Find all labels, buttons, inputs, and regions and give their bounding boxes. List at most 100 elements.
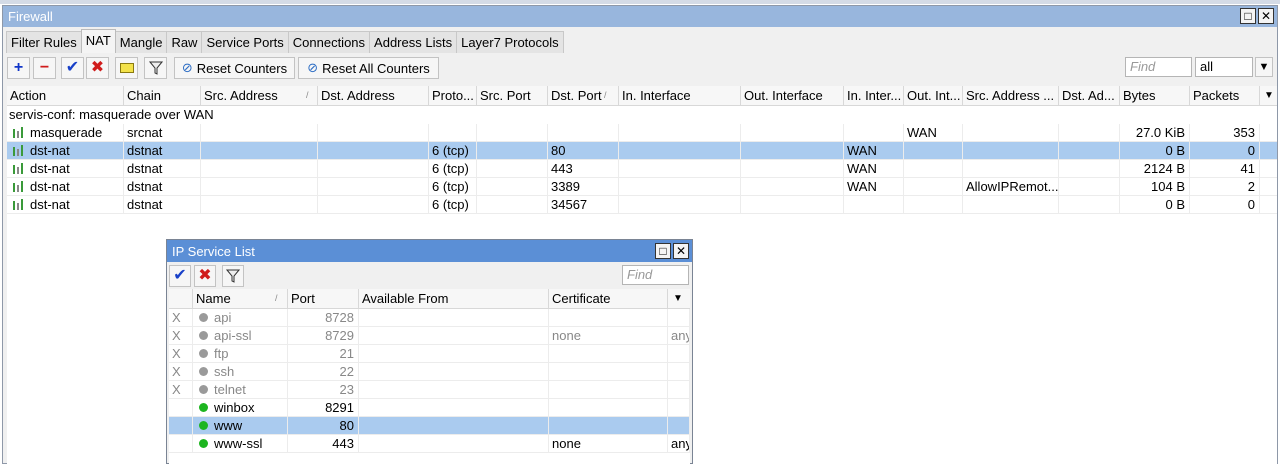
column-src-port[interactable]: Src. Port — [477, 86, 548, 106]
cell-in-interface — [619, 124, 741, 142]
service-name: www-ssl — [214, 436, 263, 451]
filter-button[interactable] — [144, 57, 167, 79]
column-dst-address-list[interactable]: Dst. Ad... — [1059, 86, 1120, 106]
disable-button[interactable]: ✖ — [194, 265, 216, 287]
enable-button[interactable]: ✔ — [169, 265, 191, 287]
cell-port: 8728 — [288, 309, 359, 327]
cell-dst-address — [318, 142, 429, 160]
column-out-interface-list[interactable]: Out. Int... — [904, 86, 963, 106]
reset-all-counters-button[interactable]: ⊘ Reset All Counters — [298, 57, 439, 79]
cell-action: dst-nat — [7, 196, 124, 214]
tab-nat[interactable]: NAT — [80, 29, 116, 53]
cell-flag: X — [169, 363, 193, 381]
column-out-interface[interactable]: Out. Interface — [741, 86, 844, 106]
cell-src-address — [201, 124, 318, 142]
find-input[interactable]: Find — [1125, 57, 1192, 77]
table-row[interactable]: Xtelnet 23 — [169, 381, 690, 399]
cell-src-port — [477, 196, 548, 214]
table-row[interactable]: Xapi 8728 — [169, 309, 690, 327]
cell-certificate — [549, 381, 668, 399]
column-action[interactable]: Action — [7, 86, 124, 106]
table-row[interactable]: Xssh 22 — [169, 363, 690, 381]
column-bytes[interactable]: Bytes — [1120, 86, 1190, 106]
table-row[interactable]: Xftp 21 — [169, 345, 690, 363]
sort-icon: / — [275, 293, 278, 303]
note-icon — [119, 63, 134, 73]
find-input[interactable]: Find — [622, 265, 689, 285]
cell-flag — [169, 417, 193, 435]
cell-action: masquerade — [7, 124, 124, 142]
cell-name: api — [193, 309, 288, 327]
column-available-from[interactable]: Available From — [359, 289, 549, 309]
table-row[interactable]: winbox 8291 — [169, 399, 690, 417]
cell-in-interface-list: WAN — [844, 160, 904, 178]
service-name: telnet — [214, 382, 246, 397]
tab-service-ports[interactable]: Service Ports — [201, 31, 289, 53]
table-row[interactable]: Xapi-ssl 8729 none any — [169, 327, 690, 345]
column-src-address[interactable]: Src. Address — [201, 86, 318, 106]
column-dst-address[interactable]: Dst. Address — [318, 86, 429, 106]
ip-service-titlebar[interactable]: IP Service List □ ✕ — [167, 240, 692, 262]
column-chain[interactable]: Chain — [124, 86, 201, 106]
table-row[interactable]: masquerade srcnat WAN 27.0 KiB 353 — [7, 124, 1277, 142]
column-dst-port[interactable]: Dst. Port — [548, 86, 619, 106]
firewall-titlebar[interactable]: Firewall □ ✕ — [3, 6, 1277, 27]
cell-extra — [668, 381, 690, 399]
column-src-address-list[interactable]: Src. Address ... — [963, 86, 1059, 106]
cell-dst-port: 80 — [548, 142, 619, 160]
cell-certificate: none — [549, 435, 668, 453]
dst-nat-icon — [12, 179, 24, 192]
maximize-icon[interactable]: □ — [655, 243, 671, 259]
table-row[interactable]: www-ssl 443 none any — [169, 435, 690, 453]
cell-extra: any — [668, 435, 690, 453]
filter-select[interactable]: all — [1195, 57, 1253, 77]
cell-in-interface-list: WAN — [844, 142, 904, 160]
tab-address-lists[interactable]: Address Lists — [369, 31, 458, 53]
cell-dst-address-list — [1059, 178, 1120, 196]
reset-counters-button[interactable]: ⊘ Reset Counters — [174, 57, 295, 79]
column-chooser-icon[interactable]: ▼ — [668, 289, 690, 309]
column-chooser-icon[interactable]: ▼ — [1260, 86, 1277, 106]
table-row[interactable]: dst-nat dstnat 6 (tcp) 443 WAN 2124 B 41 — [7, 160, 1277, 178]
cell-out-interface — [741, 196, 844, 214]
cell-src-address-list — [963, 160, 1059, 178]
firewall-title: Firewall — [8, 9, 53, 24]
table-row[interactable]: www 80 — [169, 417, 690, 435]
cell-extra — [668, 309, 690, 327]
filter-button[interactable] — [222, 265, 244, 287]
table-row[interactable]: dst-nat dstnat 6 (tcp) 80 WAN 0 B0 — [7, 142, 1277, 160]
column-certificate[interactable]: Certificate — [549, 289, 668, 309]
column-port[interactable]: Port — [288, 289, 359, 309]
disable-button[interactable]: ✖ — [86, 57, 109, 79]
cell-port: 80 — [288, 417, 359, 435]
table-row[interactable]: dst-nat dstnat 6 (tcp) 34567 0 B0 — [7, 196, 1277, 214]
cell-bytes: 2124 B — [1120, 160, 1190, 178]
filter-dropdown-button[interactable]: ▼ — [1255, 57, 1273, 77]
tab-mangle[interactable]: Mangle — [114, 31, 168, 53]
tab-filter-rules[interactable]: Filter Rules — [6, 31, 82, 53]
column-packets[interactable]: Packets — [1190, 86, 1260, 106]
table-header: Action Chain Src. Address Dst. Address P… — [7, 86, 1277, 106]
cell-flag: X — [169, 309, 193, 327]
cell-extra — [668, 363, 690, 381]
cell-available-from — [359, 381, 549, 399]
close-icon[interactable]: ✕ — [673, 243, 689, 259]
cell-in-interface-list: WAN — [844, 178, 904, 196]
column-name[interactable]: Name — [193, 289, 288, 309]
close-icon[interactable]: ✕ — [1258, 8, 1274, 24]
tab-raw[interactable]: Raw — [166, 31, 203, 53]
cell-flag: X — [169, 345, 193, 363]
add-button[interactable]: + — [7, 57, 30, 79]
remove-button[interactable]: − — [33, 57, 56, 79]
enable-button[interactable]: ✔ — [61, 57, 84, 79]
maximize-icon[interactable]: □ — [1240, 8, 1256, 24]
column-in-interface[interactable]: In. Interface — [619, 86, 741, 106]
tab-layer7-protocols[interactable]: Layer7 Protocols — [456, 31, 564, 53]
comment-button[interactable] — [115, 57, 138, 79]
cell-in-interface — [619, 178, 741, 196]
table-row[interactable]: dst-nat dstnat 6 (tcp) 3389 WAN AllowIPRemot.… — [7, 178, 1277, 196]
tab-connections[interactable]: Connections — [287, 31, 371, 53]
column-in-interface-list[interactable]: In. Inter... — [844, 86, 904, 106]
cell-out-interface-list — [904, 178, 963, 196]
column-protocol[interactable]: Proto... — [429, 86, 477, 106]
